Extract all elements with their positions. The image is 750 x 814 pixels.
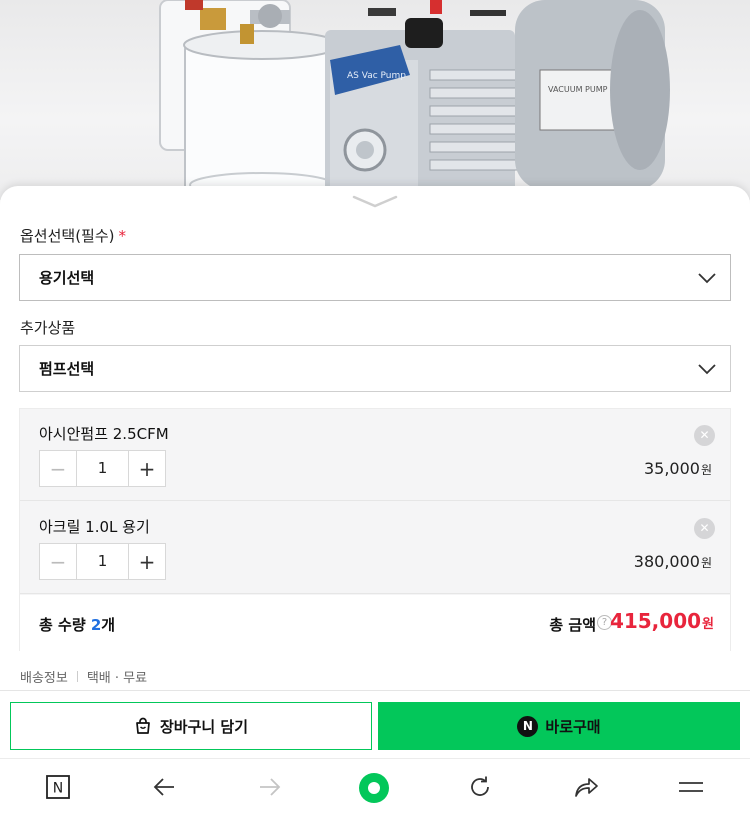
item-name: 아시안펌프 2.5CFM [39, 425, 169, 443]
collapse-handle-icon[interactable] [352, 194, 398, 210]
option-select[interactable]: 용기선택 [19, 254, 731, 301]
shopping-bag-icon [136, 717, 150, 734]
remove-item-button[interactable]: ✕ [694, 518, 715, 539]
product-photo: AS Vac Pump VACUUM PUMP [0, 0, 750, 200]
total-amount: 415,000원 [609, 609, 714, 633]
addon-select[interactable]: 펌프선택 [19, 345, 731, 392]
shipping-info: 배송정보 택배 · 무료 [20, 667, 147, 686]
purchase-actions: 장바구니 담기 N 바로구매 [0, 690, 750, 758]
list-item: 아크릴 1.0L 용기 ✕ − 1 + 380,000원 [20, 502, 730, 594]
buy-now-button[interactable]: N 바로구매 [378, 702, 740, 750]
quantity-stepper: − 1 + [39, 450, 166, 487]
svg-text:N: N [53, 781, 63, 797]
chevron-down-icon [698, 273, 716, 284]
add-to-cart-button[interactable]: 장바구니 담기 [10, 702, 372, 750]
order-total: 총 수량 2개 총 금액 ? 415,000원 [20, 595, 730, 651]
quantity-value[interactable]: 1 [77, 544, 128, 579]
chevron-down-icon [698, 364, 716, 375]
back-arrow-icon[interactable] [150, 773, 178, 801]
naver-pay-icon: N [517, 715, 539, 737]
forward-arrow-icon[interactable] [256, 773, 284, 801]
green-dot-icon[interactable] [358, 772, 390, 804]
shipping-label: 배송정보 [20, 671, 68, 686]
quantity-value[interactable]: 1 [77, 451, 128, 486]
item-name: 아크릴 1.0L 용기 [39, 518, 150, 536]
quantity-stepper: − 1 + [39, 543, 166, 580]
divider [76, 671, 78, 682]
option-select-value: 용기선택 [39, 269, 95, 287]
svg-text:AS Vac Pump: AS Vac Pump [347, 71, 406, 81]
share-icon[interactable] [572, 773, 600, 801]
required-mark: * [118, 227, 127, 245]
decrease-button[interactable]: − [40, 451, 77, 486]
naver-home-icon[interactable]: N [44, 773, 72, 801]
list-item: 아시안펌프 2.5CFM ✕ − 1 + 35,000원 [20, 409, 730, 501]
total-quantity: 총 수량 2개 [39, 616, 116, 634]
increase-button[interactable]: + [128, 451, 165, 486]
selected-items: 아시안펌프 2.5CFM ✕ − 1 + 35,000원 아크릴 1.0L 용기… [19, 408, 731, 651]
item-price: 35,000원 [643, 459, 712, 478]
increase-button[interactable]: + [128, 544, 165, 579]
reload-icon[interactable] [466, 773, 494, 801]
remove-item-button[interactable]: ✕ [694, 425, 715, 446]
buy-now-label: 바로구매 [545, 717, 601, 736]
total-amount-label: 총 금액 [549, 616, 596, 634]
addon-select-value: 펌프선택 [39, 360, 95, 378]
browser-toolbar: N [0, 758, 750, 814]
decrease-button[interactable]: − [40, 544, 77, 579]
option-label: 옵션선택(필수) * [20, 227, 127, 245]
svg-text:VACUUM PUMP: VACUUM PUMP [548, 85, 608, 94]
add-to-cart-label: 장바구니 담기 [159, 717, 249, 736]
item-price: 380,000원 [633, 552, 712, 571]
addon-label: 추가상품 [20, 319, 76, 337]
shipping-value: 택배 · 무료 [86, 671, 148, 686]
menu-icon[interactable] [677, 773, 705, 801]
